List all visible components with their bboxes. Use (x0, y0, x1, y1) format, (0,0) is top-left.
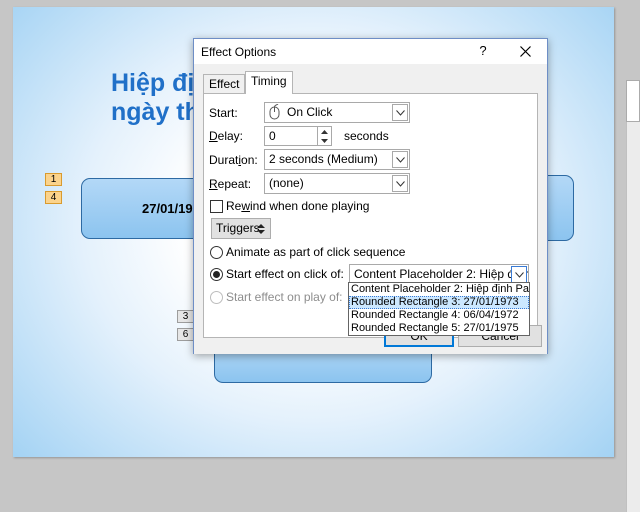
rounded-rectangle-right[interactable] (545, 175, 574, 241)
delay-unit: seconds (344, 129, 389, 143)
repeat-dropdown-button[interactable] (392, 175, 408, 192)
help-button[interactable]: ? (474, 41, 492, 61)
delay-label: Delay: (209, 129, 244, 143)
duration-dropdown-button[interactable] (392, 151, 408, 168)
start-on-play-radio (210, 291, 223, 304)
spin-up-icon[interactable] (318, 127, 331, 136)
rewind-checkbox[interactable] (210, 200, 223, 213)
animation-badge-3[interactable]: 3 (177, 310, 194, 323)
duration-label: Duration: (209, 153, 258, 167)
animation-badge-6[interactable]: 6 (177, 328, 194, 341)
tab-effect[interactable]: Effect (203, 74, 246, 93)
rewind-label[interactable]: Rewind when done playing (226, 199, 369, 213)
start-select[interactable]: On Click (264, 102, 410, 123)
animate-sequence-label[interactable]: Animate as part of click sequence (226, 245, 405, 259)
collapse-arrows-icon (257, 224, 265, 234)
close-button[interactable] (512, 41, 538, 61)
close-icon (519, 46, 531, 57)
mouse-icon (269, 104, 280, 120)
chevron-down-icon (395, 180, 405, 187)
dialog-titlebar[interactable]: Effect Options ? (194, 39, 547, 64)
start-on-click-label[interactable]: Start effect on click of: (226, 267, 344, 281)
spin-down-icon[interactable] (318, 136, 331, 145)
click-target-dropdown-list[interactable]: Content Placeholder 2: Hiệp định Pari Ro… (348, 282, 530, 336)
duration-value: 2 seconds (Medium) (269, 152, 378, 166)
dropdown-option[interactable]: Content Placeholder 2: Hiệp định Pari (349, 283, 529, 296)
start-label: Start: (209, 106, 238, 120)
scrollbar-thumb[interactable] (626, 80, 640, 122)
start-dropdown-button[interactable] (392, 104, 408, 121)
repeat-select[interactable]: (none) (264, 173, 410, 194)
repeat-value: (none) (269, 176, 304, 190)
delay-spinner[interactable]: 0 (264, 126, 332, 146)
chevron-down-icon (395, 156, 405, 163)
triggers-label: Triggers (216, 221, 260, 235)
dialog-title: Effect Options (201, 45, 277, 59)
delay-value: 0 (269, 129, 276, 143)
delay-spin-buttons[interactable] (317, 127, 331, 145)
start-on-play-label: Start effect on play of: (226, 290, 343, 304)
click-target-dropdown-button[interactable] (511, 266, 527, 283)
dropdown-option[interactable]: Rounded Rectangle 4: 06/04/1972 (349, 309, 529, 322)
repeat-label: Repeat: (209, 177, 252, 191)
tab-timing[interactable]: Timing (245, 71, 293, 94)
chevron-down-icon (395, 109, 405, 116)
start-value: On Click (287, 105, 333, 119)
dropdown-option[interactable]: Rounded Rectangle 5: 27/01/1975 (349, 322, 529, 335)
click-target-value: Content Placeholder 2: Hiệp định (354, 267, 529, 281)
triggers-button[interactable]: Triggers (211, 218, 271, 239)
animation-badge-4[interactable]: 4 (45, 191, 62, 204)
start-on-click-radio[interactable] (210, 268, 223, 281)
duration-select[interactable]: 2 seconds (Medium) (264, 149, 410, 170)
scrollbar-track[interactable] (626, 122, 640, 512)
animation-badge-1[interactable]: 1 (45, 173, 62, 186)
chevron-down-icon (514, 271, 524, 278)
dropdown-option-selected[interactable]: Rounded Rectangle 3: 27/01/1973 (349, 296, 529, 309)
animate-sequence-radio[interactable] (210, 246, 223, 259)
